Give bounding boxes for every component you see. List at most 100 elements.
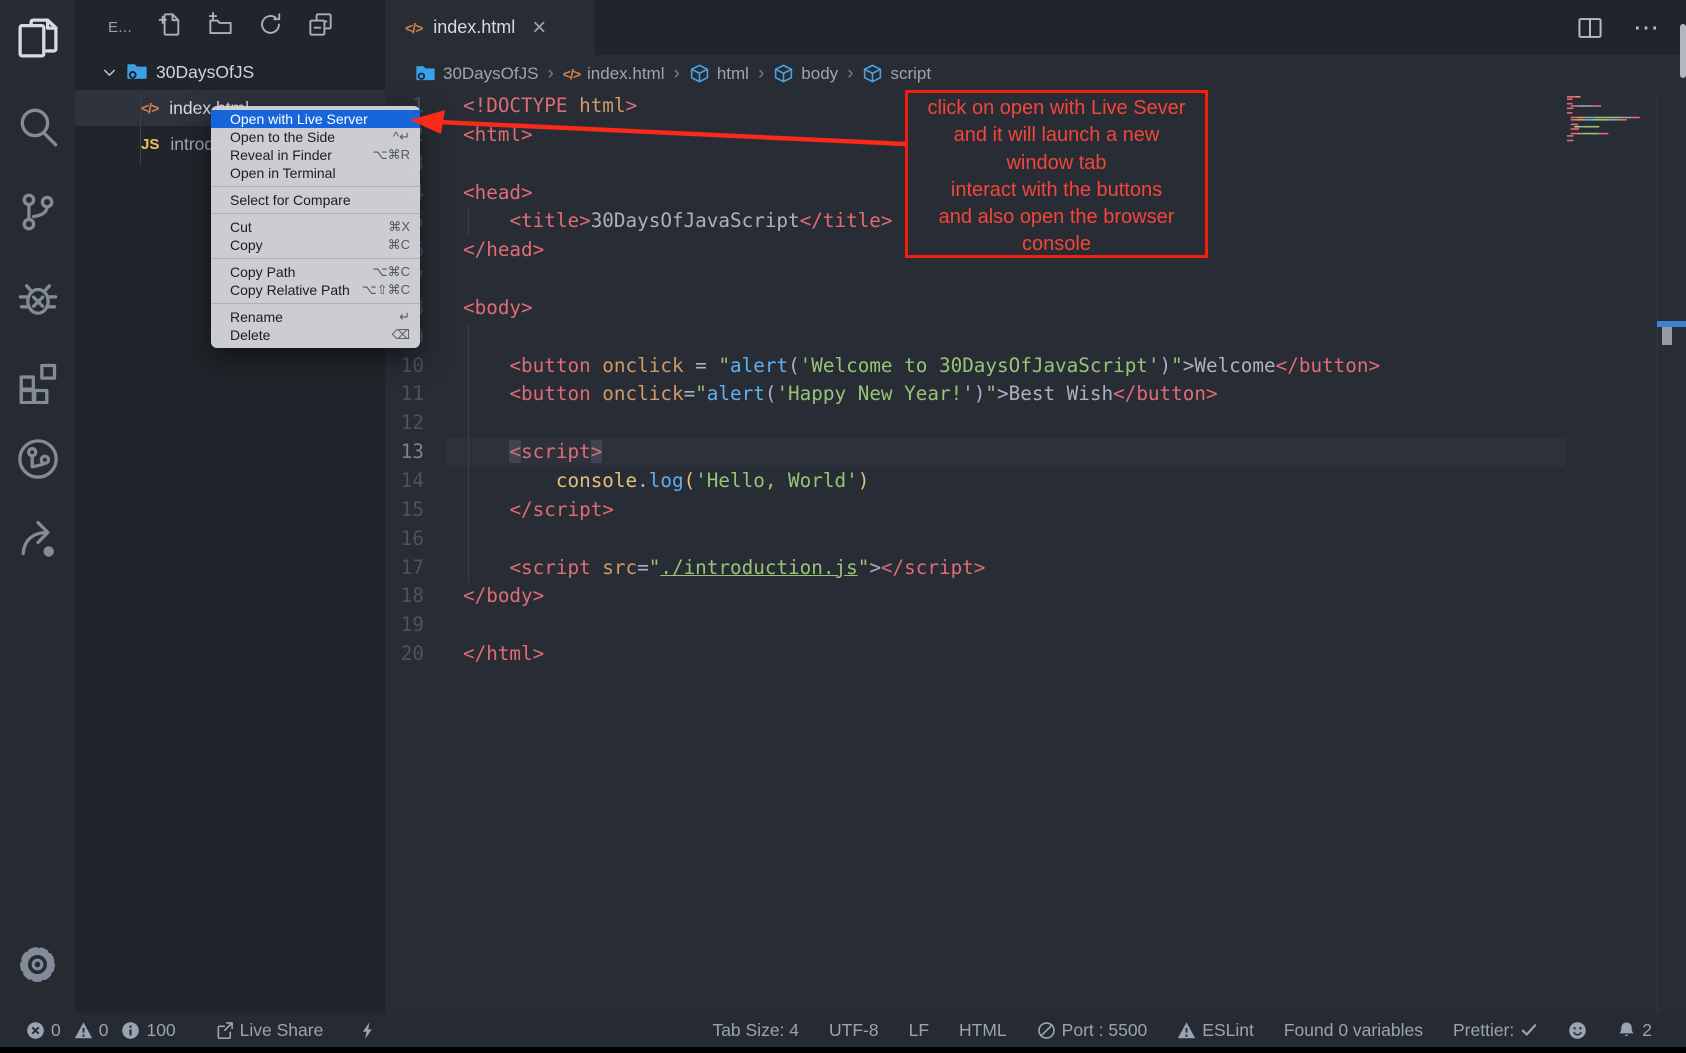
status-item-100[interactable]: 100 (121, 1020, 175, 1041)
activitybar-item-explorer[interactable] (0, 16, 75, 60)
status-item-port-5500[interactable]: Port : 5500 (1037, 1020, 1148, 1041)
status-item-2[interactable]: 2 (1617, 1020, 1652, 1041)
live-share-icon (16, 516, 60, 560)
tab-bar: </> index.html × ⋯ (385, 0, 1686, 55)
breadcrumb-item-index.html[interactable]: </>index.html (563, 64, 665, 84)
html-file-icon: </> (141, 100, 158, 116)
scrollbar-thumb[interactable] (1662, 327, 1672, 345)
new-folder-icon (208, 12, 233, 37)
annotation-box: click on open with Live Sever and it wil… (905, 90, 1208, 258)
folder-icon (126, 61, 148, 83)
status-item-0[interactable]: 0 (74, 1020, 109, 1041)
menu-item-select-for-compare[interactable]: Select for Compare (211, 191, 420, 209)
code-line-7[interactable]: 7 (385, 265, 1686, 294)
activitybar-item-source-control[interactable] (0, 190, 75, 234)
code-line-16[interactable]: 16 (385, 525, 1686, 554)
activitybar-item-run-debug[interactable] (0, 276, 75, 320)
new-file-button[interactable] (158, 12, 183, 42)
close-tab-icon[interactable]: × (532, 16, 546, 40)
code-line-20[interactable]: 20</html> (385, 640, 1686, 669)
status-item-label: 100 (146, 1020, 175, 1041)
menu-separator (211, 213, 420, 214)
status-item-label: 0 (99, 1020, 109, 1041)
status-item-lf[interactable]: LF (909, 1020, 929, 1041)
new-file-icon (158, 12, 183, 37)
line-content: </head> (463, 236, 544, 265)
status-item-0[interactable]: 0 (26, 1020, 61, 1041)
refresh-button[interactable] (258, 12, 283, 42)
code-line-11[interactable]: 11 <button onclick="alert('Happy New Yea… (385, 380, 1686, 409)
activitybar-item-search[interactable] (0, 104, 75, 148)
menu-item-cut[interactable]: Cut⌘X (211, 218, 420, 236)
activitybar-item-live-share[interactable] (0, 516, 75, 560)
line-content: </script> (463, 496, 614, 525)
menu-item-open-to-the-side[interactable]: Open to the Side^↵ (211, 128, 420, 146)
collapse-all-icon (308, 12, 333, 37)
menu-item-shortcut: ⌫ (392, 327, 410, 343)
status-item-bolt[interactable] (358, 1021, 377, 1040)
breadcrumb-label: script (890, 64, 931, 84)
status-item-prettier-[interactable]: Prettier: (1453, 1020, 1538, 1041)
menu-item-label: Copy Path (230, 264, 295, 280)
status-item-tab-size-4[interactable]: Tab Size: 4 (712, 1020, 799, 1041)
menu-item-copy-path[interactable]: Copy Path⌥⌘C (211, 263, 420, 281)
status-item-found-0-variables[interactable]: Found 0 variables (1284, 1020, 1423, 1041)
breadcrumb-item-html[interactable]: html (689, 63, 749, 84)
smiley-icon (1568, 1021, 1587, 1040)
menu-item-shortcut: ^↵ (393, 129, 410, 145)
status-item-label: UTF-8 (829, 1020, 879, 1041)
code-line-8[interactable]: 8<body> (385, 294, 1686, 323)
status-item-label: 2 (1642, 1020, 1652, 1041)
menu-item-copy[interactable]: Copy⌘C (211, 236, 420, 254)
status-item-html[interactable]: HTML (959, 1020, 1007, 1041)
code-icon: </> (563, 66, 580, 82)
status-item-smiley[interactable] (1568, 1021, 1587, 1040)
tab-index-html[interactable]: </> index.html × (385, 0, 595, 55)
activitybar-item-remote-explorer[interactable] (0, 437, 75, 481)
menu-item-copy-relative-path[interactable]: Copy Relative Path⌥⇧⌘C (211, 281, 420, 299)
code-line-19[interactable]: 19 (385, 611, 1686, 640)
collapse-all-button[interactable] (308, 12, 333, 42)
minimap[interactable] (1567, 96, 1655, 153)
breadcrumb-label: body (801, 64, 838, 84)
menu-item-open-with-live-server[interactable]: Open with Live Server (211, 110, 420, 128)
menu-item-open-in-terminal[interactable]: Open in Terminal (211, 164, 420, 182)
breadcrumb-label: 30DaysOfJS (443, 64, 538, 84)
code-line-14[interactable]: 14 console.log('Hello, World') (385, 467, 1686, 496)
window-scrollbar[interactable] (1680, 24, 1686, 78)
breadcrumb-item-30DaysOfJS[interactable]: 30DaysOfJS (415, 63, 538, 84)
activitybar-item-settings-gear[interactable] (0, 944, 75, 985)
menu-item-rename[interactable]: Rename↵ (211, 308, 420, 326)
status-item-live-share[interactable]: Live Share (215, 1020, 324, 1041)
more-actions-icon[interactable]: ⋯ (1633, 12, 1660, 43)
status-item-label: Port : 5500 (1062, 1020, 1148, 1041)
split-editor-icon[interactable] (1577, 15, 1603, 41)
warning-triangle-icon (74, 1021, 93, 1040)
code-line-17[interactable]: 17 <script src="./introduction.js"></scr… (385, 554, 1686, 583)
code-line-10[interactable]: 10 <button onclick = "alert('Welcome to … (385, 352, 1686, 381)
code-line-12[interactable]: 12 (385, 409, 1686, 438)
run-debug-icon (16, 276, 60, 320)
code-line-18[interactable]: 18</body> (385, 582, 1686, 611)
line-number: 20 (385, 640, 424, 669)
breadcrumb-item-script[interactable]: script (862, 63, 931, 84)
code-line-9[interactable]: 9 (385, 323, 1686, 352)
code-line-15[interactable]: 15 </script> (385, 496, 1686, 525)
status-item-utf-8[interactable]: UTF-8 (829, 1020, 879, 1041)
line-content: <!DOCTYPE html> (463, 92, 637, 121)
status-item-label: HTML (959, 1020, 1007, 1041)
line-content: <button onclick="alert('Happy New Year!'… (463, 380, 1218, 409)
code-line-13[interactable]: 13 <script> (385, 438, 1686, 467)
line-content: <button onclick = "alert('Welcome to 30D… (463, 352, 1380, 381)
breadcrumb-item-body[interactable]: body (773, 63, 838, 84)
menu-item-delete[interactable]: Delete⌫ (211, 326, 420, 344)
activitybar-item-extensions[interactable] (0, 360, 75, 404)
status-item-eslint[interactable]: ESLint (1177, 1020, 1254, 1041)
explorer-header: E... (75, 0, 385, 54)
folder-row-30daysofjs[interactable]: 30DaysOfJS (75, 54, 385, 90)
new-folder-button[interactable] (208, 12, 233, 42)
bolt-icon (358, 1021, 377, 1040)
status-item-label: ESLint (1202, 1020, 1254, 1041)
chevron-down-icon (101, 64, 118, 81)
menu-item-reveal-in-finder[interactable]: Reveal in Finder⌥⌘R (211, 146, 420, 164)
